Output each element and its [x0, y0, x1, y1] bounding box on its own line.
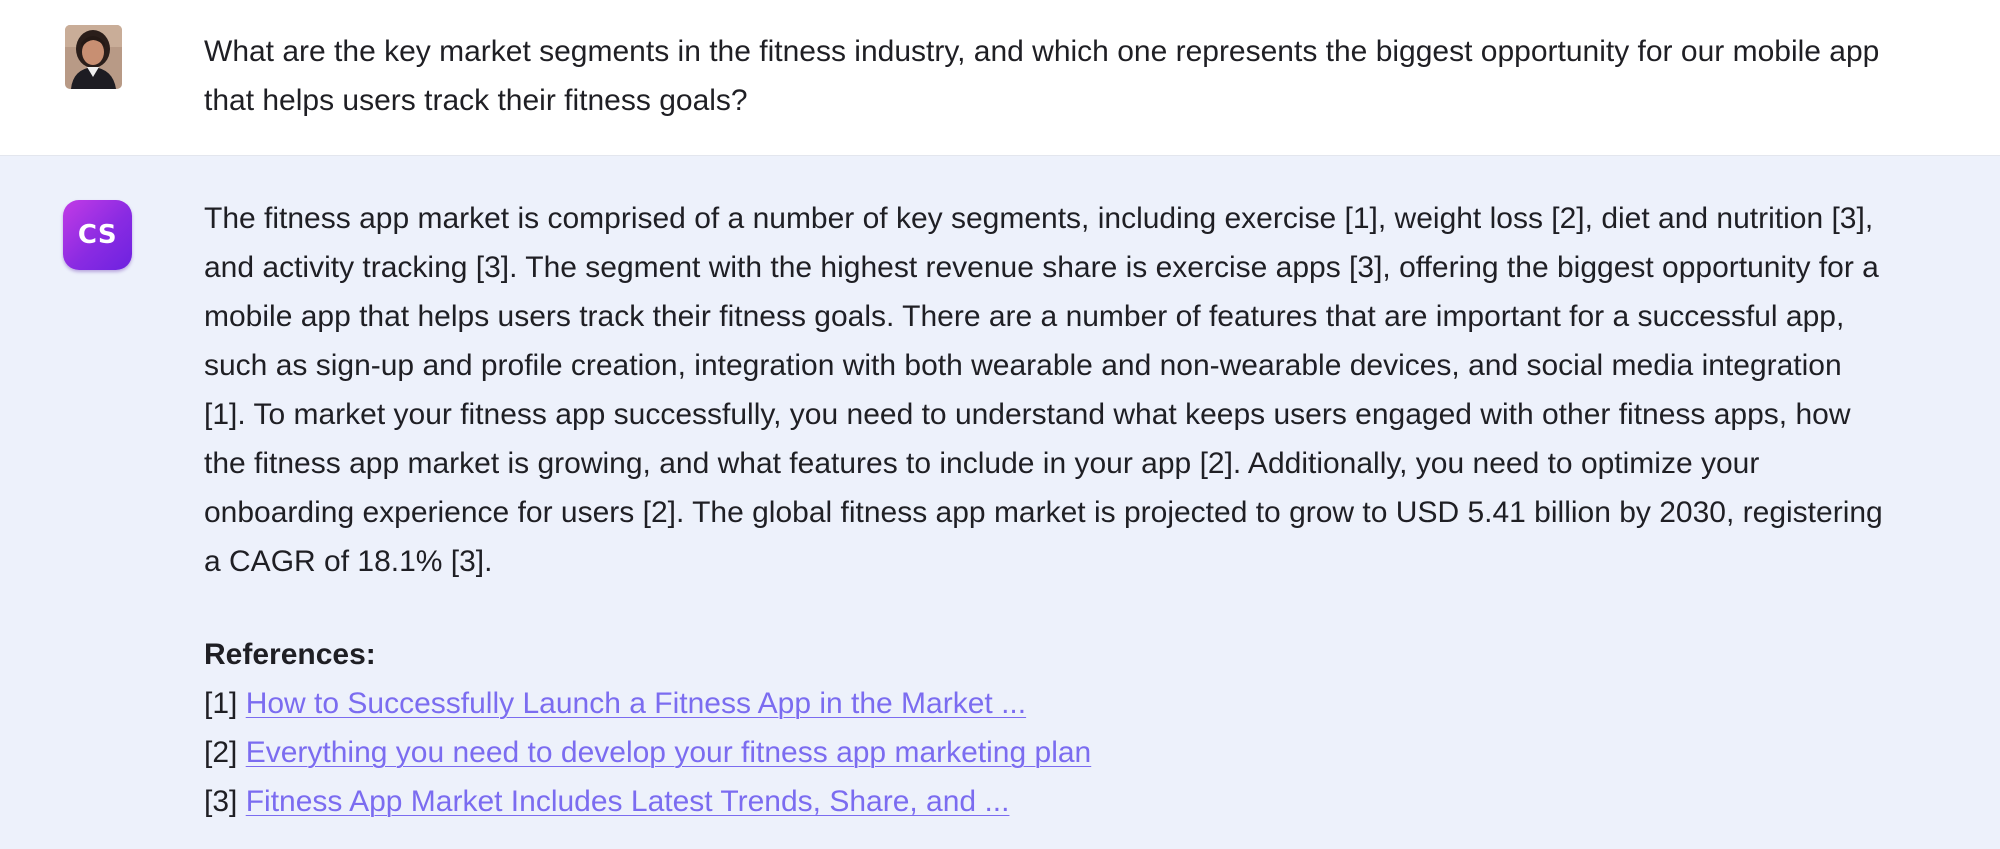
reference-marker: [1] [204, 687, 238, 720]
reference-link-3[interactable]: Fitness App Market Includes Latest Trend… [246, 785, 1010, 818]
reference-item: [3] Fitness App Market Includes Latest T… [204, 777, 1884, 826]
assistant-message-text: The fitness app market is comprised of a… [204, 202, 1883, 578]
reference-link-2[interactable]: Everything you need to develop your fitn… [246, 736, 1092, 769]
assistant-avatar: CS [63, 200, 132, 270]
user-message-text: What are the key market segments in the … [204, 35, 1880, 117]
reference-link-1[interactable]: How to Successfully Launch a Fitness App… [246, 687, 1026, 720]
assistant-message: CS The fitness app market is comprised o… [0, 156, 2000, 849]
reference-item: [1] How to Successfully Launch a Fitness… [204, 679, 1884, 728]
chat-thread: What are the key market segments in the … [0, 0, 2000, 849]
reference-item: [2] Everything you need to develop your … [204, 728, 1884, 777]
references-title: References: [204, 638, 376, 671]
references-section: References: [1] How to Successfully Laun… [204, 630, 1884, 826]
user-avatar [65, 25, 122, 89]
reference-marker: [3] [204, 785, 238, 818]
assistant-avatar-label: CS [77, 220, 118, 250]
user-message: What are the key market segments in the … [0, 0, 2000, 156]
user-avatar-icon [65, 25, 122, 89]
reference-marker: [2] [204, 736, 238, 769]
